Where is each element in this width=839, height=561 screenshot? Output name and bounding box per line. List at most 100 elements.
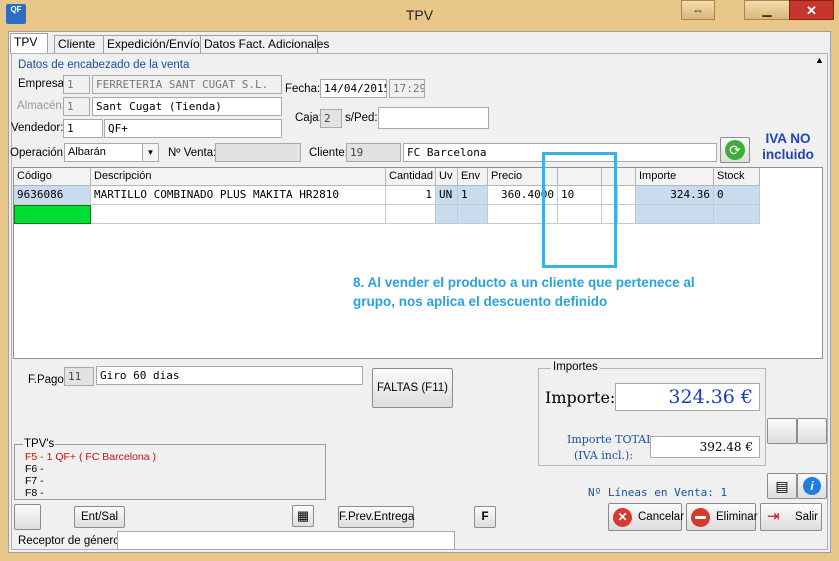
cell-empty [91, 205, 386, 224]
tpv-slot-f6[interactable]: F6 - [25, 463, 44, 475]
cell-importe: 324.36 [636, 186, 714, 205]
fpago-name-field[interactable]: Giro 60 dias [96, 366, 363, 385]
info-icon: i [803, 477, 821, 495]
vendedor-label: Vendedor: [11, 122, 64, 134]
eliminar-label: Eliminar [716, 511, 758, 523]
lineas-count: Nº Líneas en Venta: 1 [588, 486, 728, 499]
cell-empty [458, 205, 488, 224]
receptor-field[interactable] [117, 531, 455, 550]
column-header-uv[interactable]: Uv [436, 168, 458, 186]
annotation-highlight [542, 152, 617, 268]
tab-tpv[interactable]: TPV [10, 33, 48, 54]
tab-label: Cliente [58, 37, 96, 51]
tab-datos-fact[interactable]: Datos Fact. Adicionales [200, 35, 329, 53]
cell-empty [386, 205, 436, 224]
iva-note-line1: IVA NO [765, 131, 811, 146]
side-button-1[interactable] [767, 418, 797, 444]
tpvs-title: TPV's [23, 438, 56, 450]
tpv-slot-f8[interactable]: F8 - [25, 487, 44, 499]
prev-entrega-button[interactable]: F.Prev.Entrega [338, 506, 414, 528]
cell-stock: 0 [714, 186, 760, 205]
sales-lines-grid: Código Descripción Cantidad Uv Env Preci… [13, 167, 823, 359]
empresa-name-field: FERRETERIA SANT CUGAT S.L. [92, 75, 282, 94]
cancelar-label: Cancelar [638, 511, 685, 523]
section-title: Datos de encabezado de la venta [18, 59, 190, 71]
eliminar-button[interactable]: Eliminar [686, 503, 758, 531]
importe-total-label-2: (IVA incl.): [574, 449, 634, 462]
ent-sal-button[interactable]: Ent/Sal [74, 506, 125, 528]
importe-value: 324.36 € [615, 383, 760, 411]
printer-icon: ▤ [775, 478, 789, 494]
column-header-codigo[interactable]: Código [14, 168, 91, 186]
print-button[interactable]: ▤ [767, 473, 797, 499]
vendedor-name-field: QF+ [104, 119, 282, 138]
tab-label: Expedición/Envío [107, 37, 200, 51]
cell-codigo: 9636086 [14, 186, 91, 205]
almacen-code-field: 1 [63, 97, 90, 116]
column-header-env[interactable]: Env [458, 168, 488, 186]
tab-label: Datos Fact. Adicionales [204, 37, 330, 51]
cell-env: 1 [458, 186, 488, 205]
minimize-button[interactable]: ▁ [744, 0, 789, 20]
tab-expedicion[interactable]: Expedición/Envío [103, 35, 201, 53]
importe-total-label-1: Importe TOTAL [567, 433, 654, 446]
importes-title: Importes [551, 361, 600, 373]
tpv-slot-f5[interactable]: F5 - 1 QF+ ( FC Barcelona ) [25, 451, 156, 463]
operacion-select[interactable]: Albarán ▼ [64, 143, 159, 162]
info-button[interactable]: i [797, 473, 827, 499]
close-button[interactable]: ✕ [789, 0, 834, 20]
fecha-date-field[interactable]: 14/04/2015 [320, 79, 387, 98]
cliente-label: Cliente: [309, 147, 348, 159]
fecha-time-field: 17:29 [389, 79, 425, 98]
bottom-left-button[interactable] [14, 504, 41, 530]
receptor-label: Receptor de género [18, 535, 120, 547]
column-header-stock[interactable]: Stock [714, 168, 760, 186]
swap-window-icon[interactable]: ⇔ [681, 0, 715, 20]
calculator-icon: ▦ [296, 508, 310, 523]
importe-total-value: 392.48 € [650, 436, 760, 458]
tpv-slot-f7[interactable]: F7 - [25, 475, 44, 487]
operacion-value: Albarán [68, 146, 106, 158]
cliente-code-field: 19 [346, 143, 401, 162]
fecha-label: Fecha: [285, 83, 321, 95]
column-header-importe[interactable]: Importe [636, 168, 714, 186]
num-venta-field [215, 143, 301, 162]
tpvs-box: TPV's F5 - 1 QF+ ( FC Barcelona ) F6 - F… [14, 438, 326, 500]
salir-button[interactable]: ⇥ Salir [760, 503, 822, 531]
fpago-code-field: 11 [64, 367, 94, 386]
side-button-2[interactable] [797, 418, 827, 444]
vendedor-code-field[interactable]: 1 [63, 119, 103, 138]
tab-cliente[interactable]: Cliente [54, 35, 104, 53]
column-header-cantidad[interactable]: Cantidad [386, 168, 436, 186]
chevron-down-icon[interactable]: ▼ [142, 144, 158, 161]
almacen-name-field: Sant Cugat (Tienda) [92, 97, 282, 116]
caja-field: 2 [320, 109, 342, 128]
new-line-cell[interactable] [14, 205, 91, 224]
cell-empty [436, 205, 458, 224]
faltas-button[interactable]: FALTAS (F11) [372, 368, 453, 408]
cell-cantidad: 1 [386, 186, 436, 205]
calculator-button[interactable]: ▦ [292, 505, 314, 527]
cancel-icon: ✕ [613, 508, 632, 527]
caja-label: Caja: [295, 112, 322, 124]
column-header-descripcion[interactable]: Descripción [91, 168, 386, 186]
tab-label: TPV [14, 35, 38, 49]
cell-blank-3 [618, 186, 636, 205]
sped-field[interactable] [378, 107, 489, 129]
cell-empty [618, 205, 636, 224]
iva-note-line2: incluido [762, 147, 814, 162]
refresh-icon: ⟳ [725, 140, 745, 160]
remove-icon [691, 508, 710, 527]
num-venta-label: Nº Venta: [168, 147, 217, 159]
salir-label: Salir [795, 511, 819, 523]
almacen-label: Almacén: [17, 100, 65, 112]
cancelar-button[interactable]: ✕ Cancelar [608, 503, 685, 531]
cell-uv: UN [436, 186, 458, 205]
importe-label: Importe: [545, 388, 616, 407]
sped-label: s/Ped: [345, 112, 378, 124]
fpago-label: F.Pago [28, 374, 64, 386]
f-button[interactable]: F [474, 506, 496, 528]
collapse-arrow-icon[interactable]: ▲ [815, 55, 824, 65]
annotation-text: 8. Al vender el producto a un cliente qu… [353, 275, 695, 309]
iva-note: IVA NO incluido [745, 131, 831, 163]
